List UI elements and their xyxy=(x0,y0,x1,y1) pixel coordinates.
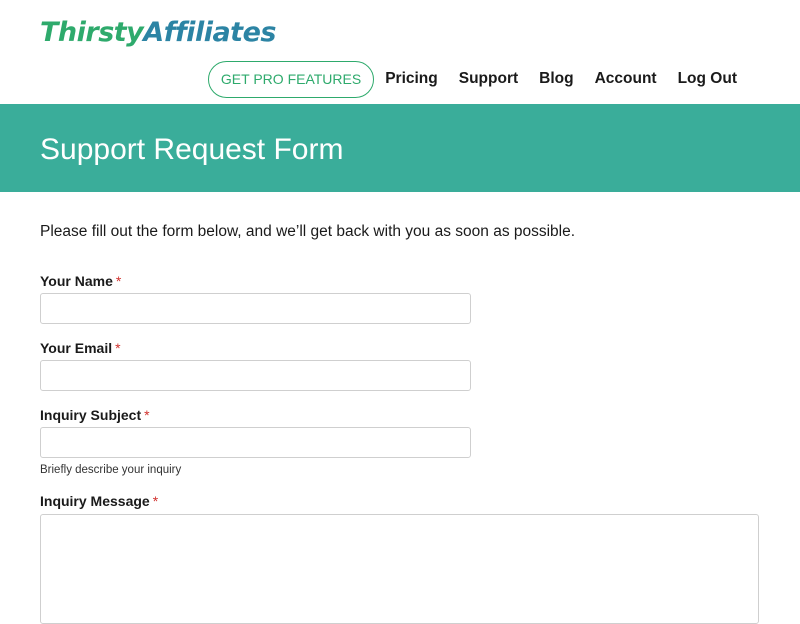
message-field-label: Inquiry Message * xyxy=(40,493,158,509)
name-label-text: Your Name xyxy=(40,273,113,289)
required-marker: * xyxy=(115,340,121,356)
site-header: ThirstyAffiliates GET PRO FEATURES Prici… xyxy=(0,0,800,104)
site-logo[interactable]: ThirstyAffiliates xyxy=(40,15,276,51)
email-input[interactable] xyxy=(40,360,471,391)
logo-text-thirsty: Thirsty xyxy=(40,17,144,48)
form-intro-text: Please fill out the form below, and we’l… xyxy=(40,223,576,240)
message-textarea[interactable] xyxy=(40,514,759,624)
required-marker: * xyxy=(115,273,122,289)
page-banner: Support Request Form xyxy=(0,104,800,192)
message-label-text: Inquiry Message xyxy=(40,493,150,509)
subject-help-text: Briefly describe your inquiry xyxy=(40,464,182,476)
nav-link-blog[interactable]: Blog xyxy=(539,70,573,88)
name-input[interactable] xyxy=(40,293,471,324)
name-field-label: Your Name * xyxy=(40,273,121,289)
nav-link-account[interactable]: Account xyxy=(595,70,657,88)
email-label-text: Your Email xyxy=(40,340,113,356)
nav-link-support[interactable]: Support xyxy=(459,70,518,88)
subject-label-text: Inquiry Subject xyxy=(40,407,142,423)
nav-link-log-out[interactable]: Log Out xyxy=(678,70,737,88)
nav-link-pricing[interactable]: Pricing xyxy=(385,70,438,88)
required-marker: * xyxy=(152,493,159,509)
main-nav: GET PRO FEATURES Pricing Support Blog Ac… xyxy=(207,60,737,98)
subject-input[interactable] xyxy=(40,427,471,458)
email-field-label: Your Email * xyxy=(40,340,121,356)
subject-field-label: Inquiry Subject * xyxy=(40,407,150,423)
get-pro-features-button[interactable]: GET PRO FEATURES xyxy=(207,60,375,98)
page-title: Support Request Form xyxy=(40,133,344,166)
required-marker: * xyxy=(144,407,150,423)
logo-text-affiliates: Affiliates xyxy=(143,17,276,48)
support-form: Please fill out the form below, and we’l… xyxy=(0,192,800,624)
